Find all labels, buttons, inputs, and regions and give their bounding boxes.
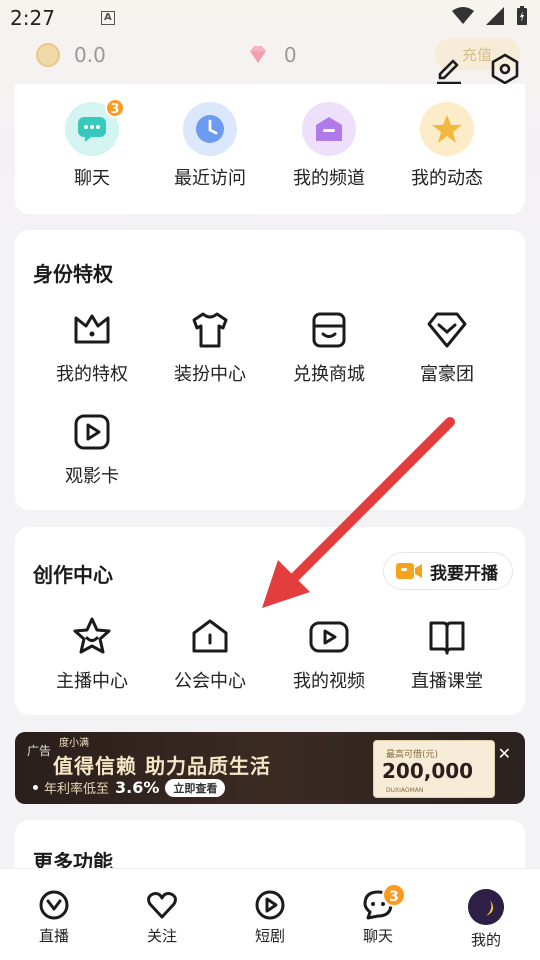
go-live-label: 我要开播 <box>430 563 498 584</box>
creation-label: 公会中心 <box>174 671 246 692</box>
wallet-row: 0.0 0 充值 <box>36 38 520 85</box>
ad-banner[interactable]: 广告 度小满 值得信赖 助力品质生活 年利率低至 3.6% 立即查看 最高可借(… <box>15 732 525 804</box>
avatar <box>468 889 504 925</box>
quick-action-recent[interactable]: 最近访问 <box>150 102 270 190</box>
ad-rate: 3.6% <box>115 778 160 797</box>
quick-actions-card: 3 聊天 最近访问 我的频道 我的动态 <box>15 84 525 214</box>
section-title: 创作中心 <box>33 563 113 587</box>
privilege-label: 兑换商城 <box>293 364 365 385</box>
live-camera-icon <box>396 563 422 579</box>
tab-label: 关注 <box>146 927 177 945</box>
chat-tab-badge: 3 <box>382 883 406 907</box>
store-icon <box>312 312 346 348</box>
privilege-item[interactable]: 富豪团 <box>387 308 507 386</box>
house-icon <box>192 619 228 653</box>
quick-action-label: 最近访问 <box>174 168 246 189</box>
tab-short-drama[interactable]: 短剧 <box>216 869 324 960</box>
privilege-label: 我的特权 <box>56 364 128 385</box>
tshirt-icon <box>192 312 228 348</box>
diamond-icon <box>427 312 467 348</box>
tab-label: 直播 <box>38 927 69 945</box>
gem-balance: 0 <box>283 43 297 67</box>
creation-item[interactable]: 主播中心 <box>32 615 152 693</box>
ad-card-brand: DUXIAOMAN <box>386 787 424 794</box>
tab-mine[interactable]: 我的 <box>432 869 540 960</box>
status-time: 2:27 <box>10 6 55 30</box>
privilege-label: 观影卡 <box>65 466 119 487</box>
crown-icon <box>74 314 110 344</box>
star-face-icon <box>73 617 111 654</box>
keyboard-indicator-icon: A <box>100 11 115 25</box>
ad-brand: 度小满 <box>59 738 89 749</box>
section-title: 身份特权 <box>33 262 113 286</box>
star-icon <box>420 102 474 156</box>
creation-label: 直播课堂 <box>411 671 483 692</box>
edit-icon[interactable] <box>434 54 464 84</box>
quick-action-label: 我的动态 <box>411 168 483 189</box>
play-tab-icon <box>255 890 285 920</box>
tab-live[interactable]: 直播 <box>0 869 108 960</box>
identity-privileges-card: 身份特权 我的特权 装扮中心 兑换商城 富豪团 观影卡 <box>15 230 525 510</box>
ad-loan-card: 最高可借(元) 200,000 DUXIAOMAN <box>373 740 495 798</box>
ad-headline: 值得信赖 助力品质生活 <box>53 754 271 778</box>
live-tab-icon <box>39 890 69 920</box>
settings-icon[interactable] <box>488 52 522 86</box>
battery-icon <box>517 6 527 25</box>
creation-label: 主播中心 <box>56 671 128 692</box>
ad-tag: 广告 <box>27 744 52 758</box>
book-icon <box>429 621 465 655</box>
quick-action-moments[interactable]: 我的动态 <box>387 102 507 190</box>
creation-center-card: 创作中心 我要开播 主播中心 公会中心 我的视频 直播课堂 <box>15 527 525 715</box>
privilege-label: 装扮中心 <box>174 364 246 385</box>
creation-item[interactable]: 我的视频 <box>269 615 389 693</box>
privilege-label: 富豪团 <box>420 364 474 385</box>
bottom-tab-bar: 直播 关注 短剧 3 聊天 我的 <box>0 868 540 960</box>
status-bar: 2:27 A <box>0 0 540 36</box>
tab-follow[interactable]: 关注 <box>108 869 216 960</box>
privilege-item[interactable]: 观影卡 <box>32 410 152 488</box>
signal-icon <box>486 7 504 25</box>
gem-icon <box>249 46 266 63</box>
privilege-item[interactable]: 装扮中心 <box>150 308 270 386</box>
status-icons <box>452 6 528 26</box>
creation-item[interactable]: 公会中心 <box>150 615 270 693</box>
tab-label: 短剧 <box>254 927 285 945</box>
quick-action-label: 我的频道 <box>293 168 365 189</box>
tab-chat[interactable]: 3 聊天 <box>324 869 432 960</box>
privilege-item[interactable]: 我的特权 <box>32 308 152 386</box>
video-icon <box>309 621 349 653</box>
ad-cta-button[interactable]: 立即查看 <box>165 778 226 797</box>
chat-icon: 3 <box>65 98 125 156</box>
play-card-icon <box>74 414 110 450</box>
quick-action-chat[interactable]: 3 聊天 <box>32 98 152 190</box>
coin-icon <box>36 43 60 67</box>
carousel-dot-icon <box>33 785 38 790</box>
ad-rate-prefix: 年利率低至 <box>44 782 110 797</box>
chat-badge: 3 <box>105 98 125 118</box>
close-icon[interactable]: ✕ <box>498 744 511 763</box>
creation-label: 我的视频 <box>293 671 365 692</box>
channel-icon <box>302 102 356 156</box>
go-live-button[interactable]: 我要开播 <box>383 552 513 590</box>
wifi-icon <box>452 7 474 24</box>
clock-icon <box>183 102 237 156</box>
heart-icon <box>147 892 177 919</box>
ad-subline: 年利率低至 3.6% 立即查看 <box>33 778 226 797</box>
coin-balance: 0.0 <box>74 43 106 67</box>
ad-card-amount: 200,000 <box>382 759 474 783</box>
tab-label: 我的 <box>470 931 501 949</box>
quick-action-label: 聊天 <box>74 168 110 189</box>
creation-item[interactable]: 直播课堂 <box>387 615 507 693</box>
privilege-item[interactable]: 兑换商城 <box>269 308 389 386</box>
tab-label: 聊天 <box>362 927 393 945</box>
quick-action-channel[interactable]: 我的频道 <box>269 102 389 190</box>
